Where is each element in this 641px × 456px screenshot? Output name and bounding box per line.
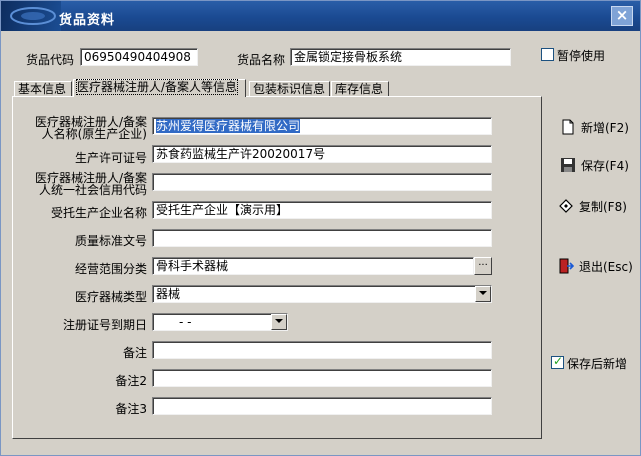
new-button-label: 新增(F2) — [581, 120, 629, 135]
business-scope-label: 经营范围分类 — [74, 262, 147, 276]
copy-button-label: 复制(F8) — [579, 199, 627, 214]
product-code-input[interactable]: 06950490404908 — [80, 48, 198, 66]
production-license-label: 生产许可证号 — [74, 151, 147, 165]
note2-label: 备注2 — [115, 374, 147, 388]
device-type-dropdown-button[interactable] — [475, 286, 491, 302]
tab-package-info[interactable]: 包装标识信息 — [249, 81, 330, 97]
expiry-date-picker[interactable]: - - — [152, 313, 288, 331]
window-title: 货品资料 — [59, 13, 116, 28]
note3-label: 备注3 — [115, 402, 147, 416]
copy-button[interactable]: 复制(F8) — [558, 196, 627, 216]
product-name-input[interactable]: 金属锁定接骨板系统 — [290, 48, 511, 66]
save-button-label: 保存(F4) — [581, 158, 629, 173]
entrusted-company-label: 受托生产企业名称 — [50, 206, 147, 220]
expiry-date-dropdown-button[interactable] — [271, 314, 287, 330]
tab-stock-info[interactable]: 库存信息 — [331, 81, 389, 97]
suspend-label: 暂停使用 — [557, 49, 606, 63]
note-label: 备注 — [122, 346, 147, 360]
expiry-date-label: 注册证号到期日 — [62, 318, 147, 332]
tab-package-info-label: 包装标识信息 — [253, 82, 326, 96]
exit-door-icon — [559, 258, 574, 274]
new-button[interactable]: 新增(F2) — [560, 117, 629, 137]
credit-code-label-line2: 人统一社会信用代码 — [38, 183, 147, 197]
business-scope-browse-button[interactable]: ··· — [474, 257, 492, 275]
suspend-checkbox[interactable] — [541, 48, 554, 61]
registrant-name-label: 医疗器械注册人/备案 人名称(原生产企业) — [23, 116, 147, 140]
production-license-input[interactable]: 苏食药监械生产许20020017号 — [152, 145, 492, 163]
floppy-disk-icon — [561, 158, 575, 172]
note2-input[interactable] — [152, 369, 492, 387]
note3-input[interactable] — [152, 397, 492, 415]
business-scope-input[interactable]: 骨科手术器械 — [152, 257, 474, 275]
tab-registrant-info-label: 医疗器械注册人/备案人等信息 — [75, 79, 239, 95]
app-logo-icon — [10, 7, 56, 25]
dropdown-arrow-icon — [479, 291, 487, 295]
quality-standard-input[interactable] — [152, 229, 492, 247]
close-button[interactable]: × — [611, 6, 633, 26]
registrant-name-value: 苏州爱得医疗器械有限公司 — [156, 119, 301, 133]
product-info-window: 货品资料 × 货品代码 06950490404908 货品名称 金属锁定接骨板系… — [0, 0, 641, 456]
tab-basic-info[interactable]: 基本信息 — [14, 81, 72, 97]
exit-button[interactable]: 退出(Esc) — [558, 256, 633, 276]
registrant-name-label-line2: 人名称(原生产企业) — [41, 127, 147, 141]
save-then-new-label: 保存后新增 — [567, 357, 628, 371]
product-code-label: 货品代码 — [26, 53, 75, 67]
tab-basic-info-label: 基本信息 — [18, 82, 67, 96]
device-type-select[interactable]: 器械 — [152, 285, 492, 303]
tab-registrant-info[interactable]: 医疗器械注册人/备案人等信息 — [73, 79, 246, 97]
product-name-label: 货品名称 — [237, 53, 286, 67]
credit-code-label: 医疗器械注册人/备案 人统一社会信用代码 — [23, 172, 147, 196]
save-then-new-checkbox[interactable] — [551, 354, 564, 369]
save-button[interactable]: 保存(F4) — [560, 155, 629, 175]
new-document-icon — [562, 119, 574, 135]
exit-button-label: 退出(Esc) — [579, 259, 633, 274]
copy-icon — [559, 199, 573, 213]
entrusted-company-input[interactable]: 受托生产企业【演示用】 — [152, 201, 492, 219]
quality-standard-label: 质量标准文号 — [74, 234, 147, 248]
tab-stock-info-label: 库存信息 — [335, 82, 384, 96]
device-type-label: 医疗器械类型 — [74, 290, 147, 304]
dropdown-arrow-icon — [275, 319, 283, 323]
note-input[interactable] — [152, 341, 492, 359]
registrant-name-input[interactable]: 苏州爱得医疗器械有限公司 — [152, 117, 492, 135]
title-bar: 货品资料 × — [1, 1, 640, 31]
credit-code-input[interactable] — [152, 173, 492, 191]
